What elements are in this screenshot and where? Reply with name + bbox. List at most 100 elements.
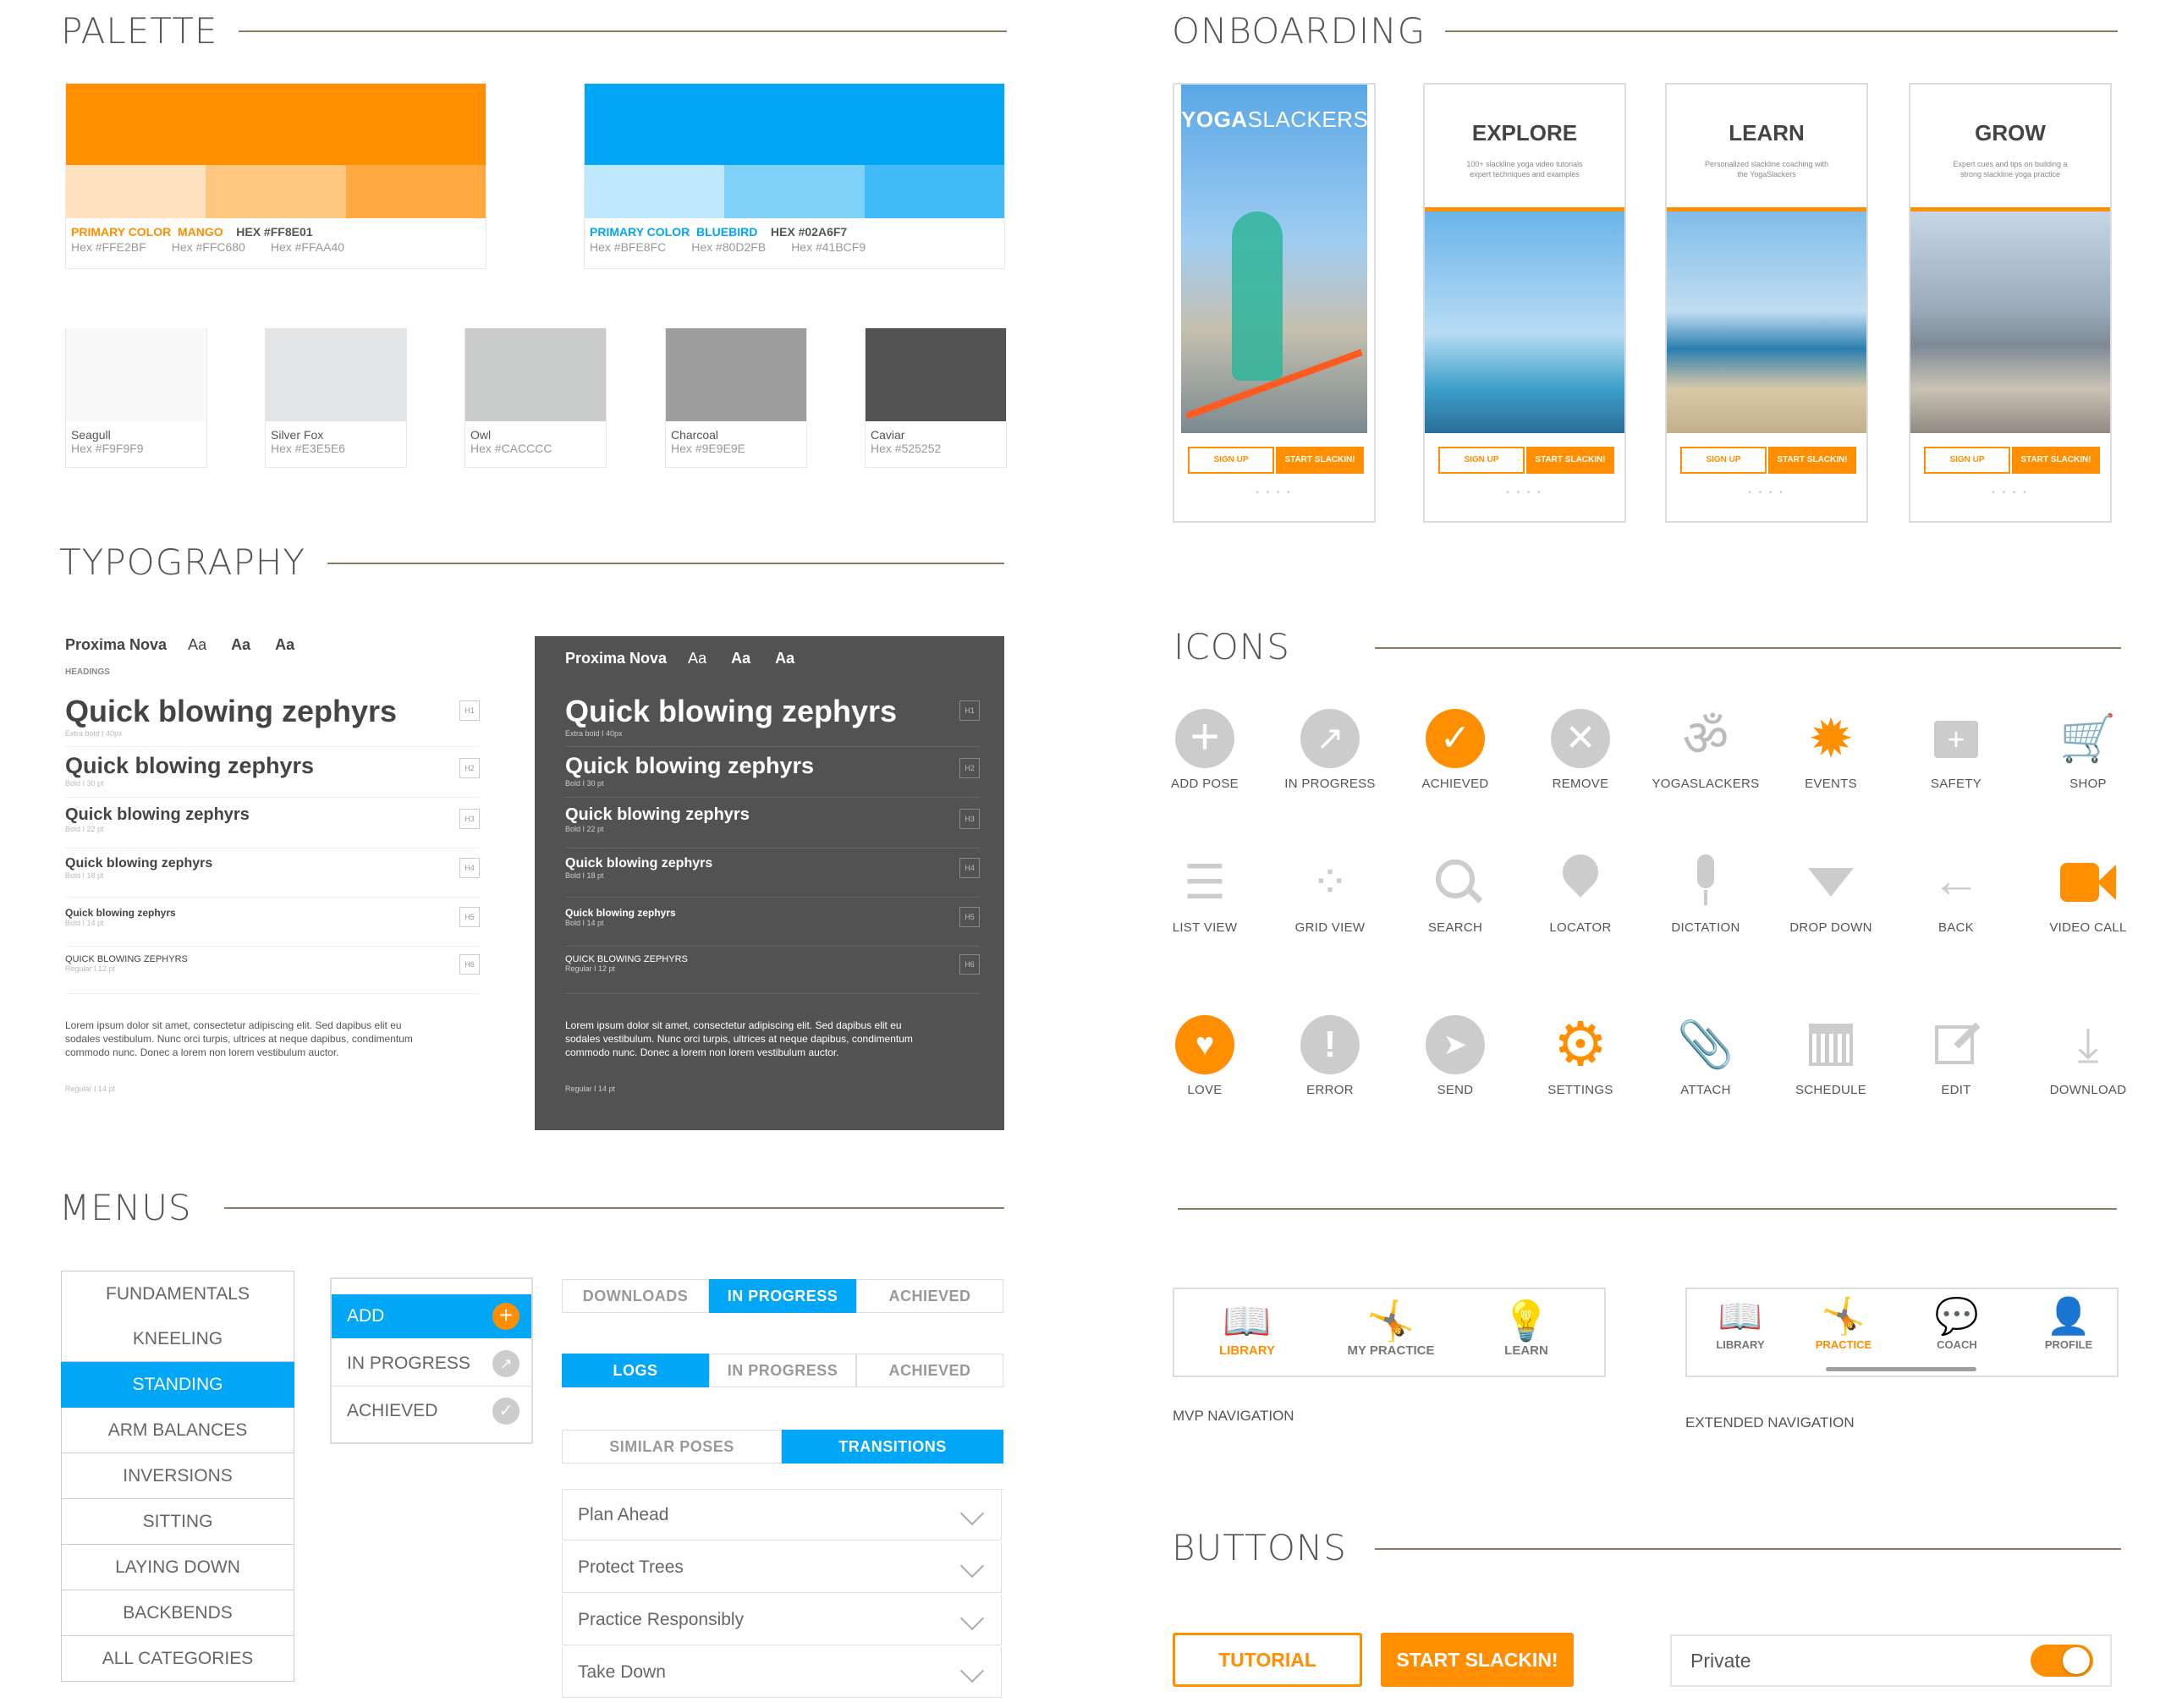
icon-cell[interactable]: ♥ LOVE — [1141, 1015, 1268, 1097]
icon-cell[interactable]: + ADD POSE — [1141, 709, 1268, 792]
heading-tag: H4 — [959, 858, 980, 878]
signup-button[interactable]: SIGN UP — [1680, 447, 1767, 474]
seg-achieved[interactable]: ACHIEVED — [856, 1279, 1003, 1313]
nav-label: LEARN — [1504, 1343, 1548, 1358]
heading-h5-row: Quick blowing zephyrs Bold I 14 pt H5 — [565, 907, 980, 947]
icon-cell[interactable]: ↗ IN PROGRESS — [1267, 709, 1393, 791]
heading-meta: Bold I 22 pt — [565, 825, 604, 833]
icon-cell[interactable]: ! ERROR — [1267, 1015, 1393, 1097]
icon-cell[interactable]: ✓ ACHIEVED — [1392, 709, 1519, 791]
segmented-control-poses: SIMILAR POSES TRANSITIONS — [562, 1430, 1003, 1464]
start-slackin-button[interactable]: START SLACKIN! — [1276, 447, 1364, 474]
icon-cell[interactable]: ⁘ GRID VIEW — [1267, 853, 1393, 935]
signup-button[interactable]: SIGN UP — [1438, 447, 1525, 474]
accordion-item[interactable]: Practice Responsibly — [562, 1595, 1002, 1645]
lightbulb-icon: 💡 — [1502, 1299, 1551, 1343]
seg-achieved[interactable]: ACHIEVED — [856, 1354, 1003, 1387]
category-item[interactable]: LAYING DOWN — [61, 1545, 294, 1590]
signup-button[interactable]: SIGN UP — [1188, 447, 1274, 474]
icon-cell[interactable]: ☰ LIST VIEW — [1141, 853, 1268, 935]
aa-bold: Aa — [231, 636, 251, 653]
mango-swatch-card: PRIMARY COLOR MANGO HEX #FF8E01 Hex #FFE… — [65, 83, 486, 269]
icon-cell[interactable]: ✕ REMOVE — [1517, 709, 1644, 791]
section-title-typography: TYPOGRAPHY — [59, 541, 306, 583]
category-item[interactable]: SITTING — [61, 1499, 294, 1545]
onboarding-subtitle: Personalized slackline coaching with the… — [1704, 160, 1829, 178]
section-rule — [327, 563, 1004, 564]
icon-cell[interactable]: ➤ SEND — [1392, 1015, 1519, 1097]
category-item-active[interactable]: STANDING — [61, 1362, 294, 1408]
aa-regular: Aa — [188, 636, 207, 653]
nav-tab-library[interactable]: 📖 LIBRARY — [1694, 1294, 1787, 1351]
icon-cell[interactable]: DICTATION — [1642, 853, 1769, 935]
heading-h4-row: Quick blowing zephyrs Bold I 18 pt H4 — [65, 856, 480, 898]
icon-cell[interactable]: SEARCH — [1392, 853, 1519, 935]
category-item[interactable]: ARM BALANCES — [61, 1408, 294, 1453]
icon-cell[interactable]: ॐ YOGASLACKERS — [1642, 709, 1769, 791]
status-achieved-item[interactable]: ACHIEVED ✓ — [332, 1389, 531, 1433]
seg-logs-active[interactable]: LOGS — [562, 1354, 709, 1387]
signup-button[interactable]: SIGN UP — [1924, 447, 2010, 474]
seg-in-progress-active[interactable]: IN PROGRESS — [709, 1279, 856, 1313]
icon-cell[interactable]: LOCATOR — [1517, 847, 1644, 935]
gray-name: Seagull — [71, 428, 111, 442]
accordion-item[interactable]: Take Down — [562, 1647, 1002, 1698]
icon-cell[interactable]: 🛒 SHOP — [2025, 709, 2152, 791]
category-item[interactable]: INVERSIONS — [61, 1453, 294, 1499]
start-slackin-button[interactable]: START SLACKIN! — [2012, 447, 2100, 474]
body-meta: Regular I 14 pt — [65, 1085, 116, 1093]
icon-cell[interactable]: ← BACK — [1893, 853, 2020, 935]
seg-transitions-active[interactable]: TRANSITIONS — [782, 1430, 1003, 1464]
category-item[interactable]: ALL CATEGORIES — [61, 1636, 294, 1682]
seg-in-progress[interactable]: IN PROGRESS — [709, 1354, 856, 1387]
category-item[interactable]: BACKBENDS — [61, 1590, 294, 1636]
icon-cell[interactable]: EDIT — [1893, 1015, 2020, 1097]
seg-similar-poses[interactable]: SIMILAR POSES — [562, 1430, 782, 1464]
heading-tag: H4 — [459, 858, 480, 878]
gray-name: Charcoal — [671, 428, 719, 442]
private-toggle[interactable] — [2031, 1645, 2093, 1677]
icon-cell[interactable]: ✹ EVENTS — [1767, 709, 1894, 791]
bluebird-tint-2-hex: Hex #80D2FB — [691, 240, 767, 254]
icon-cell[interactable]: DROP DOWN — [1767, 853, 1894, 935]
start-slackin-button[interactable]: START SLACKIN! — [1381, 1633, 1574, 1687]
category-item[interactable]: FUNDAMENTALS — [61, 1271, 294, 1317]
splash-image: YOGASLACKERS — [1181, 85, 1368, 433]
body-sample: Lorem ipsum dolor sit amet, consectetur … — [65, 1019, 413, 1058]
accordion-item[interactable]: Protect Trees — [562, 1542, 1002, 1593]
icon-cell[interactable]: ⚙ SETTINGS — [1517, 1014, 1644, 1097]
heading-meta: Bold I 18 pt — [565, 871, 604, 880]
nav-tab-practice-active[interactable]: 🤸 PRACTICE — [1797, 1294, 1890, 1351]
nav-tab-profile[interactable]: 👤 PROFILE — [2022, 1294, 2115, 1351]
accordion-item[interactable]: Plan Ahead — [562, 1490, 1002, 1540]
nav-tab-library-active[interactable]: 📖 LIBRARY — [1196, 1298, 1298, 1358]
icon-cell[interactable]: VIDEO CALL — [2025, 853, 2152, 935]
nav-tab-my-practice[interactable]: 🤸 MY PRACTICE — [1332, 1298, 1450, 1358]
nav-tab-coach[interactable]: 💬 COACH — [1910, 1294, 2003, 1351]
heading-h4-row: Quick blowing zephyrs Bold I 18 pt H4 — [565, 856, 980, 898]
seg-downloads[interactable]: DOWNLOADS — [562, 1279, 709, 1313]
tutorial-button[interactable]: TUTORIAL — [1173, 1633, 1362, 1687]
mango-tint-1 — [66, 165, 206, 218]
aa-bold: Aa — [731, 650, 751, 667]
gray-swatch-charcoal: Charcoal Hex #9E9E9E — [665, 328, 807, 468]
gray-swatch-caviar: Caviar Hex #525252 — [865, 328, 1007, 468]
status-in-progress-item[interactable]: IN PROGRESS ↗ — [332, 1342, 531, 1387]
category-item[interactable]: KNEELING — [61, 1316, 294, 1362]
mango-hex: HEX #FF8E01 — [236, 225, 313, 239]
mango-label: PRIMARY COLOR — [71, 225, 172, 239]
icon-cell[interactable]: + SAFETY — [1893, 709, 2020, 791]
icon-cell[interactable]: 📎 ATTACH — [1642, 1015, 1769, 1097]
start-slackin-button[interactable]: START SLACKIN! — [1526, 447, 1614, 474]
status-menu: ADD + IN PROGRESS ↗ ACHIEVED ✓ — [330, 1277, 533, 1444]
start-slackin-button[interactable]: START SLACKIN! — [1768, 447, 1856, 474]
heading-meta: Regular I 12 pt — [65, 964, 116, 973]
pin-icon — [1551, 847, 1610, 912]
icon-cell[interactable]: ⤓ DOWNLOAD — [2025, 1015, 2152, 1097]
status-add-label: ADD — [347, 1306, 385, 1326]
icon-cell[interactable]: SCHEDULE — [1767, 1015, 1894, 1097]
nav-tab-learn[interactable]: 💡 LEARN — [1476, 1298, 1577, 1358]
onboarding-subtitle: Expert cues and tips on building a stron… — [1953, 160, 2068, 178]
status-add-item[interactable]: ADD + — [332, 1294, 531, 1338]
icon-label: SHOP — [2069, 777, 2107, 791]
